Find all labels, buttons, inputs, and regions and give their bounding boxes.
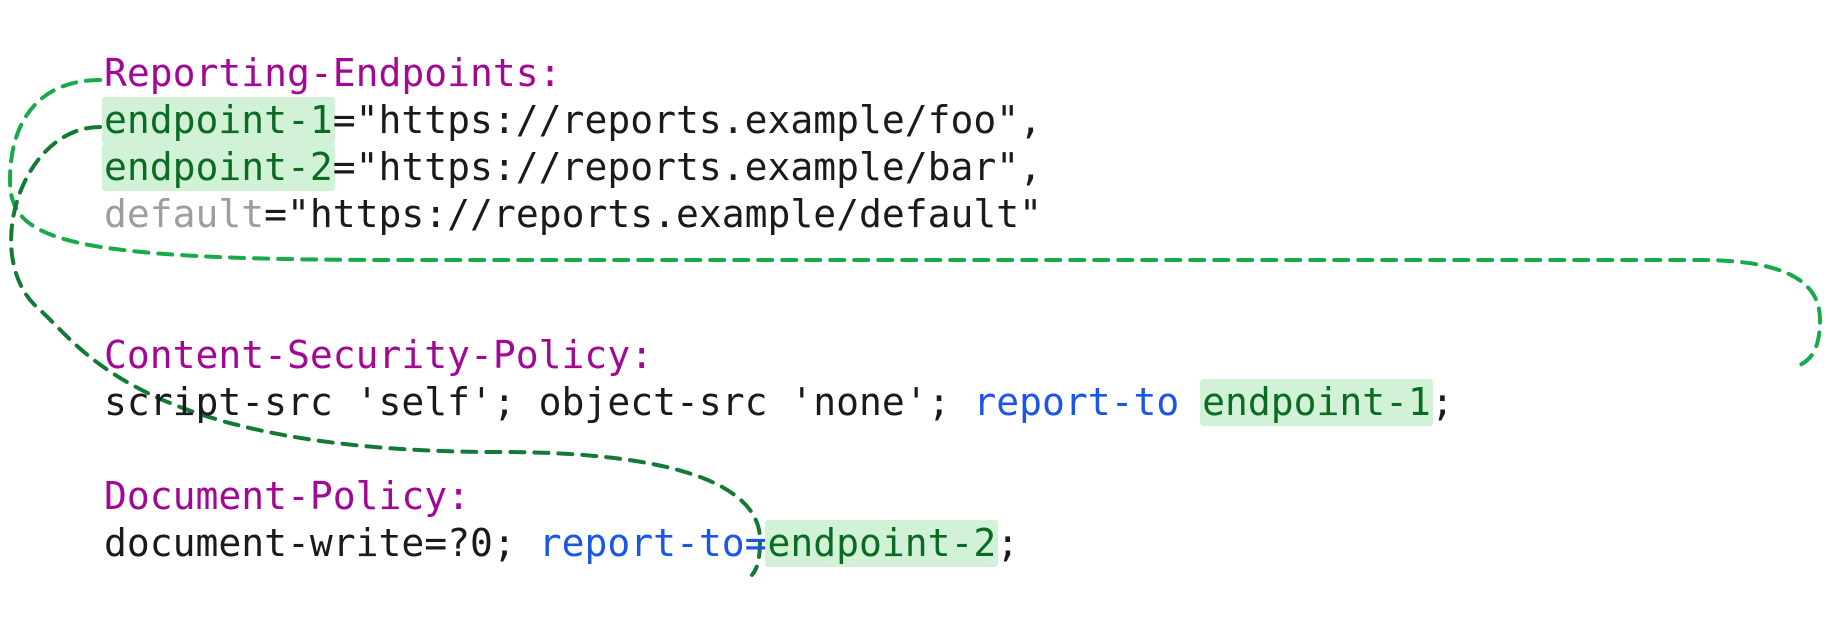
endpoint-2-name: endpoint-2 [102, 144, 335, 191]
header-csp: Content-Security-Policy: [104, 333, 653, 377]
endpoint-2-value: ="https://reports.example/bar", [333, 145, 1042, 189]
csp-report-to-target: endpoint-1 [1200, 379, 1433, 426]
docpolicy-directives: document-write=?0; [104, 521, 539, 565]
endpoint-1-name: endpoint-1 [102, 97, 335, 144]
diagram-stage: Reporting-Endpoints: endpoint-1="https:/… [0, 0, 1844, 624]
code-block: Reporting-Endpoints: endpoint-1="https:/… [104, 50, 1454, 567]
docpolicy-report-to-target: endpoint-2 [765, 520, 998, 567]
header-reporting-endpoints: Reporting-Endpoints: [104, 51, 562, 95]
header-document-policy: Document-Policy: [104, 474, 470, 518]
endpoint-1-value: ="https://reports.example/foo", [333, 98, 1042, 142]
csp-tail: ; [1431, 380, 1454, 424]
endpoint-default-value: ="https://reports.example/default" [264, 192, 1042, 236]
docpolicy-tail: ; [996, 521, 1019, 565]
csp-report-to-keyword: report-to [973, 380, 1202, 424]
csp-directives: script-src 'self'; object-src 'none'; [104, 380, 973, 424]
endpoint-default-name: default [104, 192, 264, 236]
docpolicy-report-to-keyword: report-to= [539, 521, 768, 565]
